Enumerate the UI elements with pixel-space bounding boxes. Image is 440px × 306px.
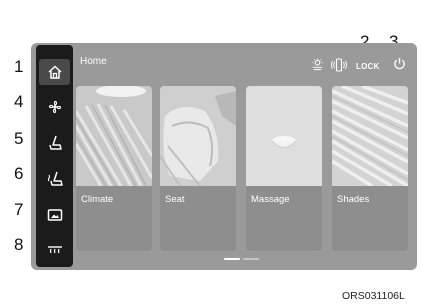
seat-heat-icon (47, 171, 63, 186)
seat-image (160, 86, 236, 186)
page-title: Home (80, 56, 107, 67)
callout-8: 8 (14, 235, 24, 254)
figure-code: ORS031106L (342, 290, 405, 302)
card-seat[interactable]: Seat (160, 86, 236, 251)
seat-icon (48, 135, 62, 150)
phone-mirror-icon[interactable] (331, 58, 347, 72)
lock-button[interactable]: LOCK (356, 62, 379, 71)
sunshade-icon[interactable] (311, 58, 324, 71)
card-shades[interactable]: Shades (332, 86, 408, 251)
callout-5: 5 (14, 129, 24, 148)
climate-image (76, 86, 152, 186)
card-label: Massage (251, 194, 290, 205)
sidebar-item-defrost[interactable] (39, 236, 70, 262)
card-label: Shades (337, 194, 370, 205)
page-indicator[interactable] (222, 257, 262, 261)
sidebar (36, 45, 73, 267)
fan-icon (48, 100, 61, 114)
callout-4: 4 (14, 92, 24, 111)
callout-6: 6 (14, 164, 24, 183)
card-massage[interactable]: Massage (246, 86, 322, 251)
screen-icon (47, 209, 62, 221)
shades-image (332, 86, 408, 186)
massage-image (246, 86, 322, 186)
sidebar-item-seat-heat[interactable] (39, 166, 70, 192)
power-icon[interactable] (393, 57, 406, 70)
callout-1: 1 (14, 57, 24, 76)
home-icon (47, 65, 62, 79)
callout-7: 7 (14, 200, 24, 219)
card-label: Climate (81, 194, 114, 205)
sidebar-item-fan[interactable] (39, 94, 70, 120)
card-climate[interactable]: Climate (76, 86, 152, 251)
sidebar-item-screen[interactable] (39, 202, 70, 228)
sidebar-item-home[interactable] (39, 59, 70, 85)
card-label: Seat (165, 194, 185, 205)
sidebar-item-seat[interactable] (39, 130, 70, 156)
defrost-icon (47, 246, 62, 254)
